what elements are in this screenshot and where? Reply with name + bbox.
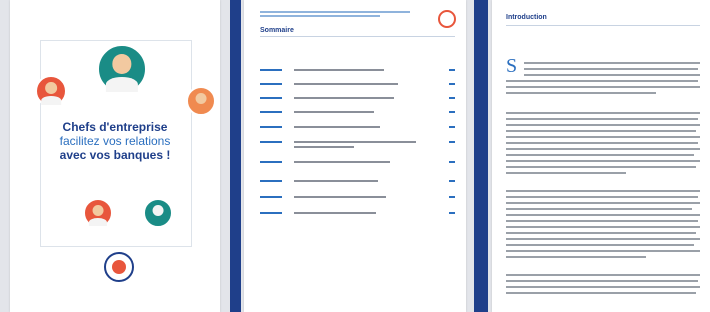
toc-entry[interactable] [260, 108, 455, 116]
publisher-logo-icon [104, 252, 134, 282]
spine-left [230, 0, 241, 312]
running-header [260, 11, 410, 13]
businessman-avatar-icon [96, 43, 148, 95]
introduction-rule [506, 25, 700, 26]
tree-avatar-icon [143, 198, 173, 228]
cover-page: Chefs d'entreprise facilitez vos relatio… [10, 0, 220, 312]
toc-entry[interactable] [260, 193, 455, 201]
toc-entry[interactable] [260, 177, 455, 185]
woman-avatar-icon [35, 75, 67, 107]
toc-entry[interactable] [260, 94, 455, 102]
toc-entry[interactable] [260, 138, 455, 152]
worker-avatar-icon [83, 198, 113, 228]
cover-title: Chefs d'entreprise facilitez vos relatio… [10, 120, 220, 162]
cover-title-line1: Chefs d'entreprise [62, 120, 168, 134]
toc-entry[interactable] [260, 158, 455, 166]
cover-title-line3: avec vos banques ! [59, 148, 171, 162]
running-header-second-line [260, 15, 380, 17]
page-badge-icon [438, 10, 456, 28]
summary-page: Sommaire [244, 0, 466, 312]
toc-entry[interactable] [260, 123, 455, 131]
toc-entry[interactable] [260, 80, 455, 88]
lightbulb-avatar-icon [186, 86, 216, 116]
toc-entry[interactable] [260, 66, 455, 74]
introduction-page: Introduction S [492, 0, 710, 312]
summary-rule [260, 36, 455, 37]
dropcap-letter: S [506, 55, 518, 77]
summary-title: Sommaire [260, 27, 294, 34]
introduction-title: Introduction [506, 14, 547, 21]
toc-entry[interactable] [260, 209, 455, 217]
spine-right [474, 0, 488, 312]
cover-title-line2: facilitez vos relations [59, 134, 171, 148]
